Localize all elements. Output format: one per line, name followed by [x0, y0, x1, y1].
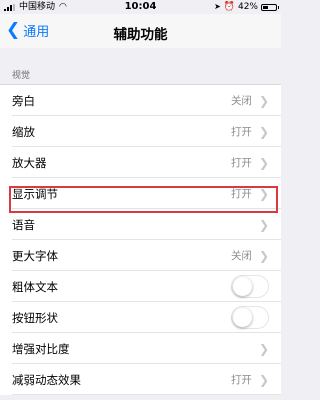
row-label: 旁白 [12, 93, 35, 108]
toggle-knob [233, 308, 252, 327]
chevron-right-icon: ❯ [258, 93, 269, 108]
row-value: 打开 [230, 188, 252, 200]
toggle-switch[interactable] [231, 275, 269, 298]
settings-row[interactable]: 按钮形状 [0, 302, 281, 333]
battery-percent: 42% [237, 2, 258, 12]
settings-row[interactable]: 放大器 打开 ❯ [0, 147, 281, 178]
location-icon: ➤ [214, 2, 221, 11]
row-label: 放大器 [12, 155, 47, 170]
settings-row[interactable]: 缩放 打开 ❯ [0, 116, 281, 147]
chevron-right-icon: ❯ [258, 372, 269, 387]
chevron-right-icon: ❯ [258, 248, 269, 263]
settings-row[interactable]: 减弱动态效果 打开 ❯ [0, 364, 281, 395]
row-label: 缩放 [12, 124, 35, 139]
status-bar: 中国移动 ◠ 10:04 ➤ ⏰ 42% [0, 0, 281, 14]
toggle-knob [233, 277, 252, 296]
row-label: 按钮形状 [12, 310, 58, 325]
settings-list: 旁白 关闭 ❯ 缩放 打开 ❯ 放大器 打开 ❯ 显示调节 打开 ❯ 语音 ❯ 更大字体 关闭 ❯ 粗体文本 按钮形… [0, 84, 281, 395]
chevron-right-icon: ❯ [258, 155, 269, 170]
row-value: 打开 [230, 374, 252, 386]
chevron-right-icon: ❯ [258, 186, 269, 201]
battery-fill [263, 5, 269, 9]
row-label: 显示调节 [12, 186, 58, 201]
navigation-bar: ❮ 通用 辅助功能 [0, 14, 281, 48]
status-right: ➤ ⏰ 42% [214, 0, 279, 14]
settings-row[interactable]: 旁白 关闭 ❯ [0, 85, 281, 116]
row-label: 减弱动态效果 [12, 372, 81, 387]
row-value: 关闭 [230, 95, 252, 107]
row-label: 更大字体 [12, 248, 58, 263]
page-title: 辅助功能 [113, 27, 168, 43]
toggle-switch[interactable] [231, 306, 269, 329]
settings-row[interactable]: 更大字体 关闭 ❯ [0, 240, 281, 271]
section-header: 视觉 [12, 71, 31, 81]
row-value: 打开 [230, 157, 252, 169]
settings-row[interactable]: 增强对比度 ❯ [0, 333, 281, 364]
settings-row[interactable]: 语音 ❯ [0, 209, 281, 240]
chevron-right-icon: ❯ [258, 341, 269, 356]
row-label: 语音 [12, 217, 35, 232]
chevron-right-icon: ❯ [258, 217, 269, 232]
settings-row[interactable]: 显示调节 打开 ❯ [0, 178, 281, 209]
settings-row[interactable]: 粗体文本 [0, 271, 281, 302]
chevron-right-icon: ❯ [258, 124, 269, 139]
battery-icon [261, 3, 279, 11]
row-label: 粗体文本 [12, 279, 58, 294]
row-value: 打开 [230, 126, 252, 138]
row-value: 关闭 [230, 250, 252, 262]
alarm-icon: ⏰ [223, 2, 235, 12]
row-label: 增强对比度 [12, 341, 70, 356]
